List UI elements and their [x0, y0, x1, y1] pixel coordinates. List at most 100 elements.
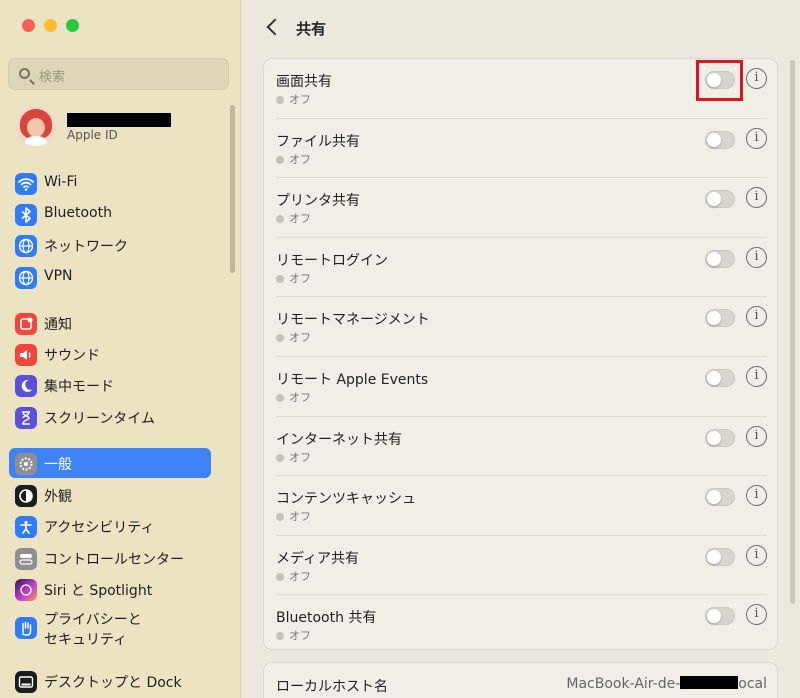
sidebar-item-notifications[interactable]: 通知 — [9, 308, 211, 338]
sidebar-item-network[interactable]: ネットワーク — [9, 230, 211, 260]
info-icon[interactable]: i — [746, 366, 767, 387]
dock-icon — [15, 671, 37, 693]
sharing-row-media-sharing: メディア共有 オフ i — [264, 536, 777, 596]
sidebar-item-control-center[interactable]: コントロールセンター — [9, 543, 211, 573]
sharing-row-file-sharing: ファイル共有 オフ i — [264, 119, 777, 179]
info-icon[interactable]: i — [746, 68, 767, 89]
sidebar-item-accessibility[interactable]: アクセシビリティ — [9, 511, 211, 541]
sharing-row-printer-sharing: プリンタ共有 オフ i — [264, 178, 777, 238]
bluetooth-icon — [15, 204, 37, 226]
sidebar-item-label: アクセシビリティ — [44, 520, 155, 536]
sidebar-item-label: コントロールセンター — [44, 552, 184, 568]
info-icon[interactable]: i — [746, 425, 767, 447]
wifi-icon — [15, 173, 37, 195]
content-caching-toggle[interactable] — [705, 488, 735, 507]
service-name: コンテンツキャッシュ — [276, 491, 416, 508]
remote-login-toggle[interactable] — [705, 249, 735, 268]
apple-id-item[interactable]: Apple ID — [14, 104, 229, 150]
sidebar-item-wifi[interactable]: Wi-Fi — [9, 168, 211, 198]
minimize-window-button[interactable] — [44, 19, 57, 32]
service-status: オフ — [276, 151, 311, 167]
status-dot-icon — [276, 453, 284, 462]
sharing-row-screen-sharing: 画面共有 オフ i — [264, 59, 777, 119]
sharing-row-bluetooth-sharing: Bluetooth 共有 オフ i — [264, 595, 777, 649]
internet-sharing-toggle[interactable] — [705, 428, 735, 447]
vpn-icon — [15, 267, 37, 289]
info-icon[interactable]: i — [746, 246, 767, 268]
sidebar-item-appearance[interactable]: 外観 — [9, 480, 211, 510]
sidebar-item-label: 一般 — [44, 457, 72, 473]
main-scrollbar[interactable] — [790, 60, 795, 604]
service-name: プリンタ共有 — [276, 193, 360, 210]
local-hostname-value[interactable]: MacBook-Air-de-ocal — [566, 676, 767, 692]
media-sharing-toggle[interactable] — [705, 547, 735, 566]
status-dot-icon — [276, 215, 284, 224]
status-dot-icon — [276, 155, 284, 164]
file-sharing-toggle[interactable] — [705, 130, 735, 149]
sidebar-item-label: デスクトップと Dock — [44, 675, 182, 691]
hourglass-icon — [15, 407, 37, 429]
sidebar-item-label: 通知 — [44, 317, 72, 333]
sidebar-scrollbar[interactable] — [230, 105, 235, 273]
service-status: オフ — [276, 91, 311, 107]
info-icon[interactable]: i — [746, 604, 767, 626]
back-button[interactable] — [265, 18, 279, 36]
sidebar-item-label: 外観 — [44, 489, 72, 505]
info-icon[interactable]: i — [746, 306, 767, 328]
status-dot-icon — [276, 274, 284, 283]
zoom-window-button[interactable] — [66, 19, 79, 32]
sidebar-item-label: Siri と Spotlight — [44, 583, 153, 599]
avatar — [16, 106, 56, 146]
sidebar-item-label: Bluetooth — [44, 205, 112, 221]
sidebar-item-label: Wi-Fi — [44, 174, 78, 190]
service-name: ファイル共有 — [276, 133, 360, 150]
bluetooth-sharing-toggle[interactable] — [705, 607, 735, 626]
info-icon[interactable]: i — [746, 485, 767, 507]
page-title: 共有 — [296, 20, 327, 38]
service-status: オフ — [276, 389, 311, 405]
remote-management-toggle[interactable] — [705, 309, 735, 328]
sidebar-item-bluetooth[interactable]: Bluetooth — [9, 199, 211, 229]
status-dot-icon — [276, 394, 284, 402]
close-window-button[interactable] — [22, 19, 35, 32]
sidebar-item-vpn[interactable]: VPN — [9, 262, 211, 292]
status-dot-icon — [276, 513, 284, 522]
service-status: オフ — [276, 329, 311, 345]
status-dot-icon — [276, 334, 284, 343]
service-status: オフ — [276, 270, 311, 286]
sidebar-item-general[interactable]: 一般 — [9, 448, 211, 478]
sidebar-item-siri-spotlight[interactable]: Siri と Spotlight — [9, 574, 211, 604]
sidebar-item-label: ネットワーク — [44, 239, 128, 255]
sidebar-item-sound[interactable]: サウンド — [9, 339, 211, 369]
gear-icon — [15, 453, 37, 475]
sidebar-item-screen-time[interactable]: スクリーンタイム — [9, 402, 211, 432]
service-name: Bluetooth 共有 — [276, 610, 377, 627]
appearance-icon — [15, 485, 37, 507]
control-center-icon — [15, 548, 37, 570]
redacted-hostname — [680, 676, 739, 689]
search-input[interactable]: 検索 — [8, 58, 229, 90]
printer-sharing-toggle[interactable] — [705, 190, 735, 209]
info-icon[interactable]: i — [746, 544, 767, 566]
sidebar-item-focus[interactable]: 集中モード — [9, 370, 211, 400]
sidebar-item-label: スクリーンタイム — [44, 411, 156, 427]
moon-icon — [15, 375, 37, 397]
accessibility-icon — [15, 516, 37, 538]
sidebar-item-label: VPN — [44, 268, 73, 284]
service-name: リモート Apple Events — [276, 372, 429, 388]
info-icon[interactable]: i — [746, 127, 767, 149]
sidebar-item-privacy-security[interactable]: プライバシーと セキュリティ — [9, 612, 211, 648]
hand-icon — [15, 617, 37, 639]
local-hostname-label: ローカルホスト名 — [276, 679, 388, 695]
sidebar: 検索 Apple ID Wi-Fi Bluetooth ネットワーク VPN 通… — [0, 0, 241, 698]
remote-apple-events-toggle[interactable] — [705, 369, 735, 387]
sharing-row-remote-apple-events: リモート Apple Events オフ i — [264, 357, 777, 417]
service-status: オフ — [276, 210, 311, 226]
info-icon[interactable]: i — [746, 187, 767, 209]
sidebar-item-label: サウンド — [44, 348, 100, 364]
service-name: インターネット共有 — [276, 431, 402, 448]
sidebar-item-desktop-dock[interactable]: デスクトップと Dock — [9, 666, 211, 696]
bell-icon — [15, 313, 37, 335]
service-status: オフ — [276, 449, 311, 465]
sharing-services-list: 画面共有 オフ i ファイル共有 オフ i プリンタ共有 オフ i リモートログ… — [263, 58, 778, 650]
